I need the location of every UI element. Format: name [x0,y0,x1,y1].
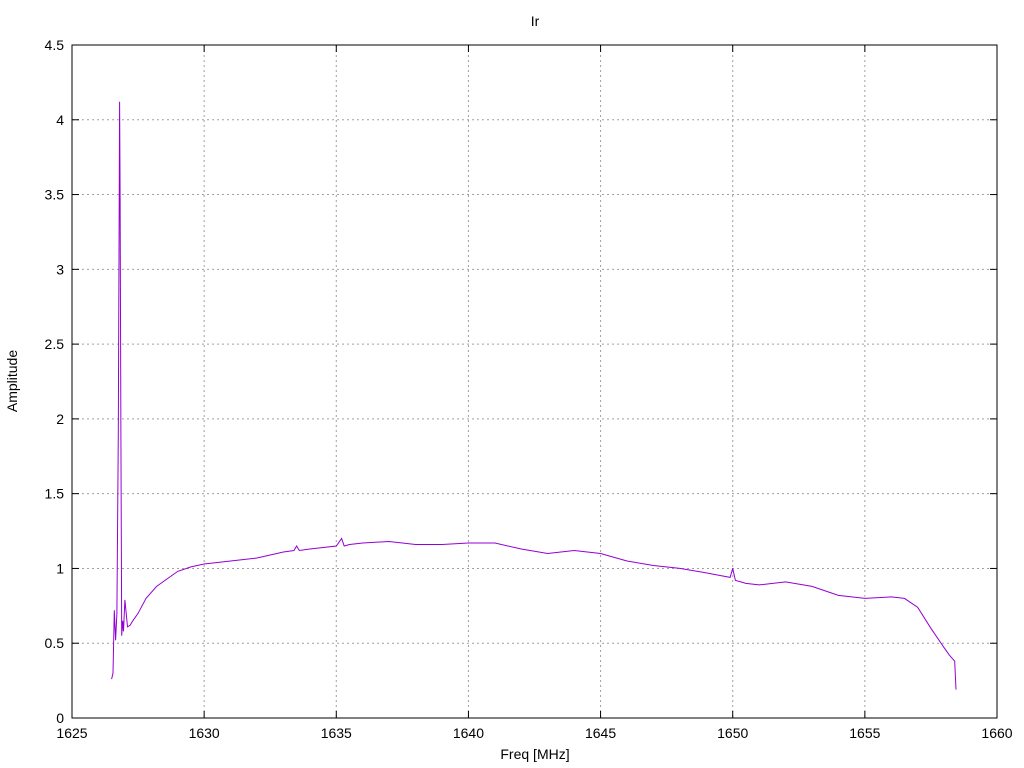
y-tick-label: 0.5 [45,635,65,651]
series-line [111,101,957,690]
x-tick-label: 1645 [585,725,616,741]
x-axis-label: Freq [MHz] [500,746,569,762]
x-tick-label: 1655 [849,725,880,741]
chart-title: Ir [531,13,540,29]
y-tick-label: 0 [56,710,64,726]
x-tick-label: 1625 [56,725,87,741]
plot-border [71,44,998,719]
y-tick-label: 4 [56,112,64,128]
y-tick-label: 1.5 [45,486,65,502]
y-axis-label: Amplitude [4,350,20,412]
x-tick-label: 1640 [453,725,484,741]
grid [72,45,997,718]
ticks: 1625 1630 1635 1640 1645 1650 1655 1660 0 0.5 1 1.5… [45,37,1013,741]
chart: 1625 1630 1635 1640 1645 1650 1655 1660 0 0.5 1 1.5… [4,13,1013,762]
y-tick-label: 2.5 [45,336,65,352]
x-tick-label: 1660 [981,725,1012,741]
y-tick-label: 3 [56,261,64,277]
x-tick-label: 1635 [321,725,352,741]
x-tick-label: 1650 [717,725,748,741]
y-tick-label: 1 [56,560,64,576]
y-tick-label: 4.5 [45,37,65,53]
y-tick-label: 2 [56,411,64,427]
y-tick-label: 3.5 [45,187,65,203]
x-tick-label: 1630 [189,725,220,741]
